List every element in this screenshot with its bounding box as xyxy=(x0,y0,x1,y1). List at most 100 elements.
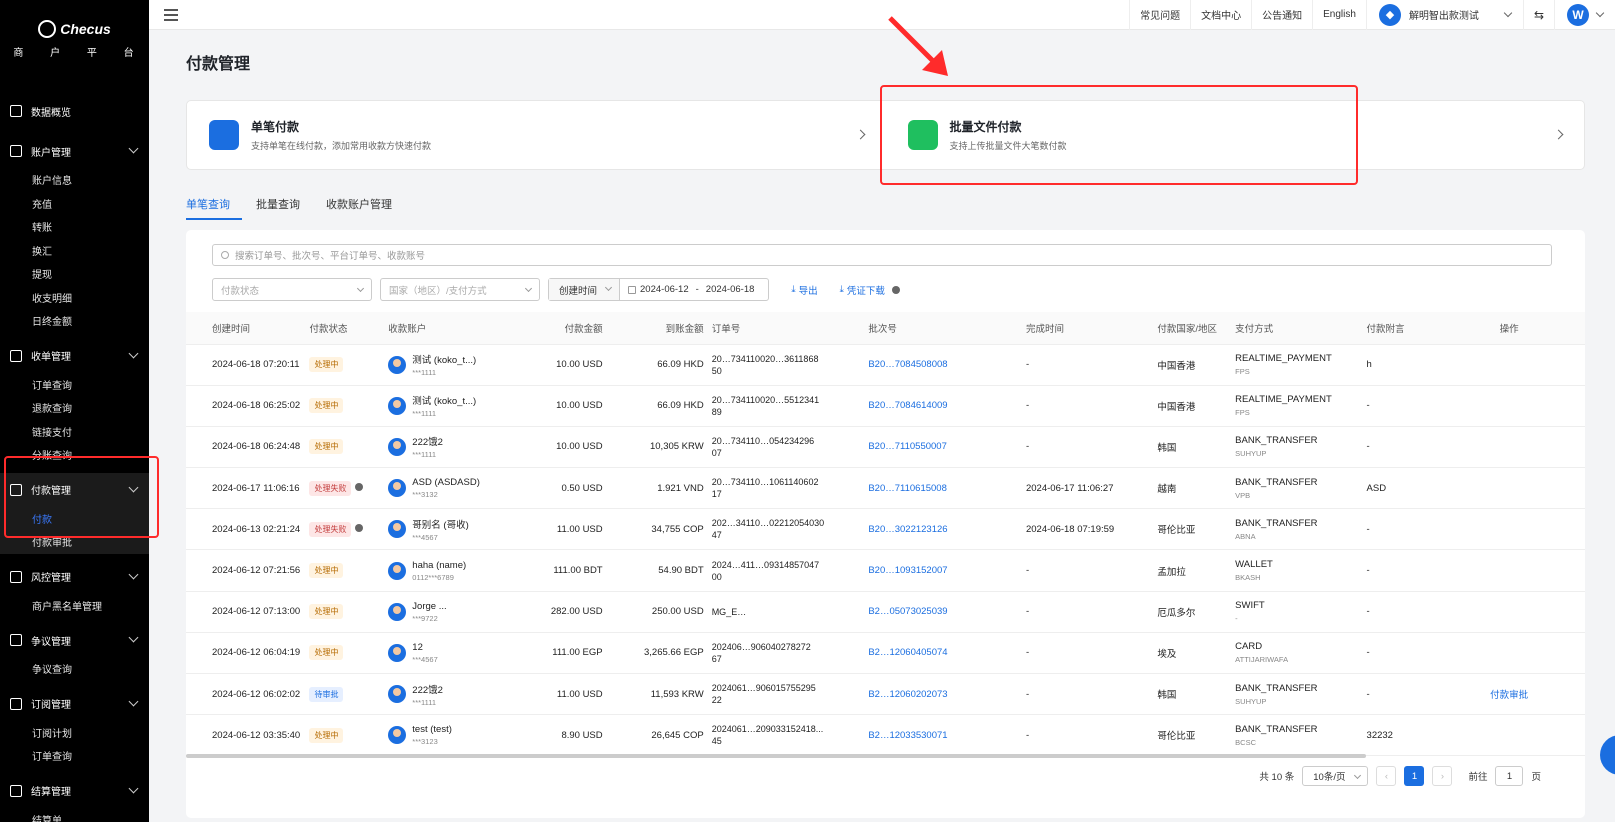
sidebar-item[interactable]: 订阅计划 xyxy=(0,721,149,745)
country-select[interactable]: 国家（地区）/支付方式 xyxy=(380,278,540,301)
single-payment-card[interactable]: 单笔付款 支持单笔在线付款，添加常用收款方快速付款 xyxy=(187,101,886,169)
top-link-faq[interactable]: 常见问题 xyxy=(1129,0,1190,30)
swap-icon[interactable]: ⇆ xyxy=(1522,0,1554,30)
sidebar-group-header[interactable]: 风控管理 xyxy=(0,560,149,594)
query-panel: 搜索订单号、批次号、平台订单号、收款账号 付款状态 国家（地区）/支付方式 创建… xyxy=(186,230,1585,818)
batch-no-link[interactable]: B2…05073025039 xyxy=(868,606,947,617)
download-icon: ⤓ xyxy=(791,284,796,295)
order-no: 20…734110020…5512341 xyxy=(711,394,820,405)
horizontal-scrollbar[interactable] xyxy=(186,754,1366,758)
sidebar-item[interactable]: 分账查询 xyxy=(0,443,149,467)
sidebar-group-header[interactable]: 收单管理 xyxy=(0,339,149,373)
batch-no-link[interactable]: B20…7084508008 xyxy=(868,359,947,370)
info-icon[interactable] xyxy=(355,482,364,491)
search-input[interactable]: 搜索订单号、批次号、平台订单号、收款账号 xyxy=(212,244,1552,266)
chevron-down-icon xyxy=(1503,8,1513,18)
sidebar-group-label: 结算管理 xyxy=(31,787,71,798)
menu-toggle-icon[interactable] xyxy=(164,8,178,21)
batch-no-link[interactable]: B20…7084614009 xyxy=(868,400,947,411)
sidebar-item[interactable]: 收支明细 xyxy=(0,286,149,310)
payee-name: 测试 (koko_t...) xyxy=(412,396,477,408)
voucher-download-button[interactable]: ⤓ 凭证下载 xyxy=(840,283,900,297)
sidebar-group-header[interactable]: 付款管理 xyxy=(0,473,149,507)
created-time: 2024-06-17 11:06:16 xyxy=(212,482,300,494)
column-header: 付款状态 xyxy=(305,312,385,345)
export-button[interactable]: ⤓ 导出 xyxy=(791,283,817,297)
top-link-notice[interactable]: 公告通知 xyxy=(1251,0,1312,30)
sidebar-item[interactable]: 付款 xyxy=(0,507,149,531)
top-link-language[interactable]: English xyxy=(1312,0,1366,30)
sidebar-item[interactable]: 订单查询 xyxy=(0,744,149,768)
sidebar-group-header[interactable]: 数据概览 xyxy=(0,94,149,128)
payment-method: WALLET xyxy=(1235,559,1273,571)
info-icon[interactable] xyxy=(891,285,900,294)
sidebar-item[interactable]: 退款查询 xyxy=(0,396,149,420)
sidebar-item[interactable]: 换汇 xyxy=(0,239,149,263)
status-select[interactable]: 付款状态 xyxy=(212,278,372,301)
sidebar-item[interactable]: 订单查询 xyxy=(0,373,149,397)
calendar-icon xyxy=(628,285,637,294)
status-badge: 处理中 xyxy=(309,439,344,455)
payment-method: BANK_TRANSFER xyxy=(1235,476,1318,488)
created-time: 2024-06-12 03:35:40 xyxy=(212,729,301,741)
chevron-right-icon xyxy=(1553,129,1564,140)
chevron-down-icon xyxy=(356,284,365,293)
sidebar-item[interactable]: 链接支付 xyxy=(0,420,149,444)
batch-no-link[interactable]: B20…7110615008 xyxy=(868,483,947,494)
goto-page-input[interactable]: 1 xyxy=(1495,766,1524,786)
created-time: 2024-06-18 06:25:02 xyxy=(212,400,301,412)
payment-amount: 10.00 USD xyxy=(556,359,603,371)
page-size-select[interactable]: 10条/页 xyxy=(1302,766,1369,786)
sidebar-item[interactable]: 结算单 xyxy=(0,808,149,822)
batch-no-link[interactable]: B20…1093152007 xyxy=(868,565,947,576)
date-range-picker[interactable]: 2024-06-12 - 2024-06-18 xyxy=(620,284,768,295)
payee-account-no: ***4567 xyxy=(412,654,438,664)
merchant-switcher[interactable]: ◆ 解明智出款测试 xyxy=(1365,0,1523,30)
tab-payee-accounts[interactable]: 收款账户管理 xyxy=(326,196,404,220)
date-type-select[interactable]: 创建时间 xyxy=(549,279,621,300)
sidebar-item[interactable]: 日终金额 xyxy=(0,309,149,333)
help-float-button[interactable] xyxy=(1600,735,1615,775)
tab-single-query[interactable]: 单笔查询 xyxy=(186,196,242,220)
page-current[interactable]: 1 xyxy=(1404,766,1425,786)
payment-type-cards: 单笔付款 支持单笔在线付款，添加常用收款方快速付款 批量文件付款 支持上传批量文… xyxy=(186,100,1585,170)
batch-file-payment-card[interactable]: 批量文件付款 支持上传批量文件大笔数付款 xyxy=(886,101,1585,169)
tab-batch-query[interactable]: 批量查询 xyxy=(256,196,312,220)
payment-country: 厄瓜多尔 xyxy=(1157,607,1196,619)
avatar xyxy=(388,355,407,374)
user-menu[interactable]: W xyxy=(1554,0,1615,30)
sidebar-group-header[interactable]: 结算管理 xyxy=(0,774,149,808)
sidebar-group-header[interactable]: 争议管理 xyxy=(0,623,149,657)
finished-time: 2024-06-17 11:06:27 xyxy=(1025,482,1114,494)
file-icon xyxy=(907,120,938,150)
sidebar-group-header[interactable]: 账户管理 xyxy=(0,134,149,168)
sidebar-item[interactable]: 转账 xyxy=(0,215,149,239)
column-header: 支付方式 xyxy=(1231,312,1363,345)
date-filter: 创建时间 2024-06-12 - 2024-06-18 xyxy=(548,278,770,301)
next-page-button[interactable]: › xyxy=(1432,766,1453,786)
sidebar-item[interactable]: 充值 xyxy=(0,192,149,216)
info-icon[interactable] xyxy=(355,523,364,532)
sidebar-item[interactable]: 商户黑名单管理 xyxy=(0,594,149,618)
batch-no-link[interactable]: B2…12060405074 xyxy=(868,647,947,658)
sidebar-item[interactable]: 争议查询 xyxy=(0,657,149,681)
batch-no-link[interactable]: B20…3022123126 xyxy=(868,524,947,535)
payee-account-no: ***3132 xyxy=(412,490,438,500)
brand-logo[interactable]: Checus 商 户 平 台 xyxy=(0,0,149,80)
sidebar-group-header[interactable]: 订阅管理 xyxy=(0,687,149,721)
column-header: 付款国家/地区 xyxy=(1153,312,1232,345)
review-payment-link[interactable]: 付款审批 xyxy=(1490,690,1528,701)
batch-no-link[interactable]: B2…12033530071 xyxy=(868,730,947,741)
batch-no-link[interactable]: B20…7110550007 xyxy=(868,441,947,452)
doc-icon xyxy=(10,349,22,362)
order-no: 20…734110020…3611868 xyxy=(711,353,819,364)
prev-page-button[interactable]: ‹ xyxy=(1376,766,1397,786)
table-row: 2024-06-12 03:35:40 处理中 test (test) ***3123… xyxy=(186,715,1585,756)
sidebar-item[interactable]: 提现 xyxy=(0,262,149,286)
batch-no-link[interactable]: B2…12060202073 xyxy=(868,689,947,700)
sidebar-item[interactable]: 账户信息 xyxy=(0,168,149,192)
payee-account-no: ***3123 xyxy=(412,737,438,747)
sidebar-item[interactable]: 付款审批 xyxy=(0,530,149,554)
top-link-docs[interactable]: 文档中心 xyxy=(1190,0,1251,30)
payment-method: BANK_TRANSFER xyxy=(1235,435,1318,447)
